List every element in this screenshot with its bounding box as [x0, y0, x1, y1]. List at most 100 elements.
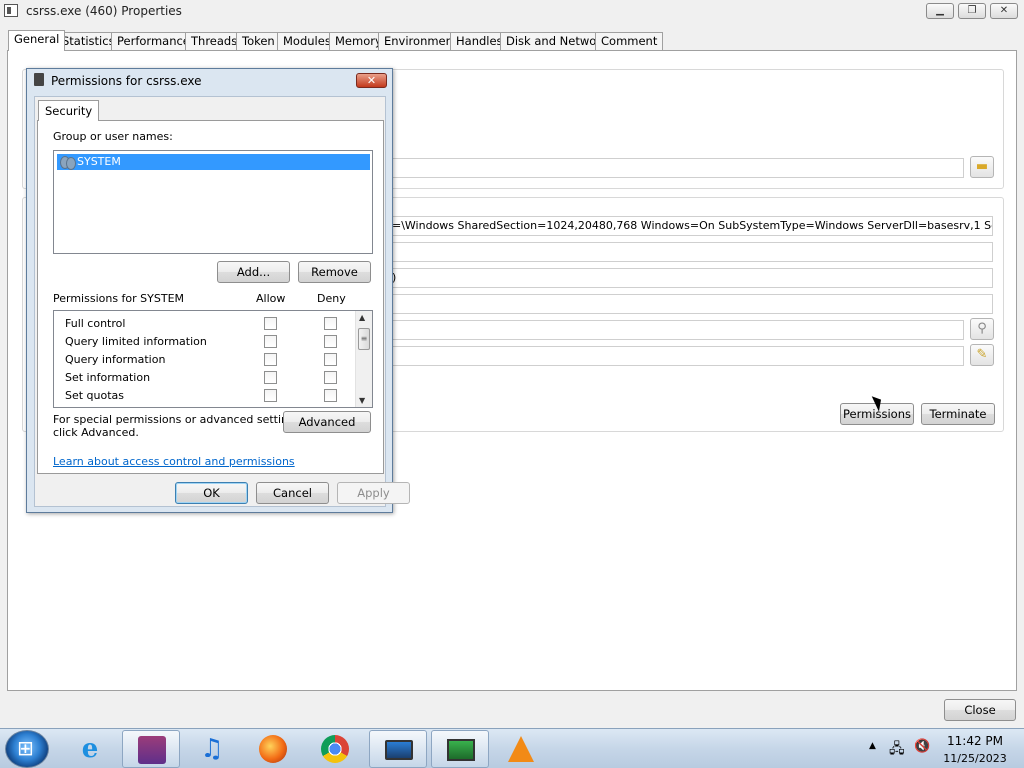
taskbar-itunes[interactable]: ♫ [183, 730, 241, 768]
permission-name: Full control [65, 317, 126, 330]
taskbar-vlc[interactable] [492, 730, 550, 768]
folder-icon: ▬ [975, 159, 989, 174]
remove-button[interactable]: Remove [298, 261, 371, 283]
tab-comment[interactable]: Comment [595, 32, 664, 50]
window-title: csrss.exe (460) Properties [26, 4, 182, 18]
peb-address-field[interactable] [388, 294, 993, 314]
dialog-title: Permissions for csrss.exe [51, 74, 202, 88]
deny-checkbox[interactable] [324, 371, 337, 384]
learn-access-control-link[interactable]: Learn about access control and permissio… [53, 455, 295, 468]
taskbar-winrar[interactable] [122, 730, 180, 768]
advanced-button[interactable]: Advanced [283, 411, 371, 433]
ok-button[interactable]: OK [175, 482, 248, 504]
scroll-thumb[interactable]: ≡ [358, 328, 370, 350]
tab-threads[interactable]: Threads [185, 32, 244, 50]
permissions-for-label: Permissions for SYSTEM [53, 292, 185, 305]
cancel-button[interactable]: Cancel [256, 482, 329, 504]
taskbar-firefox[interactable] [244, 730, 302, 768]
network-icon[interactable]: 🖧 [889, 738, 905, 762]
laptop-icon [385, 740, 413, 760]
taskbar-internet-explorer[interactable]: e [61, 730, 119, 768]
vlc-icon [508, 736, 534, 762]
taskbar-monitor-app[interactable] [431, 730, 489, 768]
scroll-down-icon[interactable]: ▼ [359, 396, 365, 405]
terminate-button[interactable]: Terminate [921, 403, 995, 425]
monitor-icon [447, 739, 475, 761]
user-name: SYSTEM [77, 155, 121, 168]
itunes-icon: ♫ [200, 734, 224, 764]
tab-security[interactable]: Security [38, 100, 100, 121]
permission-name: Set information [65, 371, 151, 384]
magnifier-icon: ⚲ [977, 321, 987, 336]
current-directory-field[interactable] [388, 242, 993, 262]
tab-general[interactable]: General [8, 30, 66, 51]
add-button[interactable]: Add... [217, 261, 290, 283]
allow-checkbox[interactable] [264, 407, 277, 408]
users-icon [60, 155, 76, 170]
permission-row: Set information [54, 368, 357, 386]
app-icon [4, 4, 18, 17]
minimize-button[interactable]: ▁ [926, 3, 954, 19]
start-button[interactable] [5, 730, 49, 768]
deny-checkbox[interactable] [324, 317, 337, 330]
tab-performance[interactable]: Performance [111, 32, 196, 50]
list-item-system[interactable]: SYSTEM [57, 154, 370, 170]
dialog-close-button[interactable]: ✕ [356, 73, 387, 88]
tab-modules[interactable]: Modules [277, 32, 337, 50]
volume-muted-icon[interactable]: 🔇 [914, 739, 930, 754]
tab-token[interactable]: Token [236, 32, 281, 50]
dialog-client: Security Group or user names: SYSTEM Add… [34, 96, 410, 507]
allow-checkbox[interactable] [264, 353, 277, 366]
parent-field[interactable] [388, 320, 964, 340]
allow-checkbox[interactable] [264, 371, 277, 384]
clock-time[interactable]: 11:42 PM [944, 734, 1006, 748]
firefox-icon [259, 735, 287, 763]
permission-row-partial [54, 404, 357, 408]
dialog-titlebar: Permissions for csrss.exe ✕ [27, 69, 392, 93]
allow-checkbox[interactable] [264, 317, 277, 330]
permission-name: Query information [65, 353, 166, 366]
close-window-button[interactable]: ✕ [990, 3, 1018, 19]
pencil-icon: ✎ [976, 347, 988, 362]
show-hidden-icons[interactable]: ▲ [869, 741, 876, 751]
open-folder-button[interactable]: ▬ [970, 156, 994, 178]
permission-name: Query limited information [65, 335, 207, 348]
permission-row: Set quotas [54, 386, 357, 404]
deny-checkbox[interactable] [324, 407, 337, 408]
deny-checkbox[interactable] [324, 335, 337, 348]
command-line-field[interactable]: =\Windows SharedSection=1024,20480,768 W… [388, 216, 993, 236]
special-permissions-text: For special permissions or advanced sett… [53, 413, 305, 426]
deny-checkbox[interactable] [324, 353, 337, 366]
click-advanced-text: click Advanced. [53, 426, 139, 439]
allow-header: Allow [256, 292, 286, 305]
taskbar-chrome[interactable] [306, 730, 364, 768]
user-list[interactable]: SYSTEM [53, 150, 373, 254]
apply-button[interactable]: Apply [337, 482, 410, 504]
taskbar: e ♫ ▲ 🖧 🔇 11:42 PM 11/25/2023 [0, 728, 1024, 768]
permission-row: Query limited information [54, 332, 357, 350]
permissions-list: Full control Query limited information Q… [53, 310, 373, 408]
deny-checkbox[interactable] [324, 389, 337, 402]
started-field[interactable]: ) [388, 268, 993, 288]
taskbar-laptop-app[interactable] [369, 730, 427, 768]
file-path-field[interactable] [388, 158, 964, 178]
edit-button[interactable]: ✎ [970, 344, 994, 366]
clock-date[interactable]: 11/25/2023 [940, 752, 1010, 765]
permissions-scrollbar[interactable]: ▲ ≡ ▼ [355, 311, 372, 407]
allow-checkbox[interactable] [264, 389, 277, 402]
scroll-up-icon[interactable]: ▲ [359, 313, 365, 322]
chrome-icon [321, 735, 349, 763]
internet-explorer-icon: e [81, 734, 99, 764]
permission-name: Set quotas [65, 389, 125, 402]
allow-checkbox[interactable] [264, 335, 277, 348]
winrar-icon [138, 736, 166, 764]
permission-row: Query information [54, 350, 357, 368]
mitigation-policy-field[interactable] [388, 346, 964, 366]
permissions-dialog: Permissions for csrss.exe ✕ Security Gro… [26, 68, 410, 513]
group-names-label: Group or user names: [53, 130, 173, 143]
dialog-app-icon [34, 73, 44, 86]
maximize-button[interactable]: ❐ [958, 3, 986, 19]
permission-row: Full control [54, 314, 357, 332]
inspect-parent-button[interactable]: ⚲ [970, 318, 994, 340]
close-button[interactable]: Close [944, 699, 1016, 721]
